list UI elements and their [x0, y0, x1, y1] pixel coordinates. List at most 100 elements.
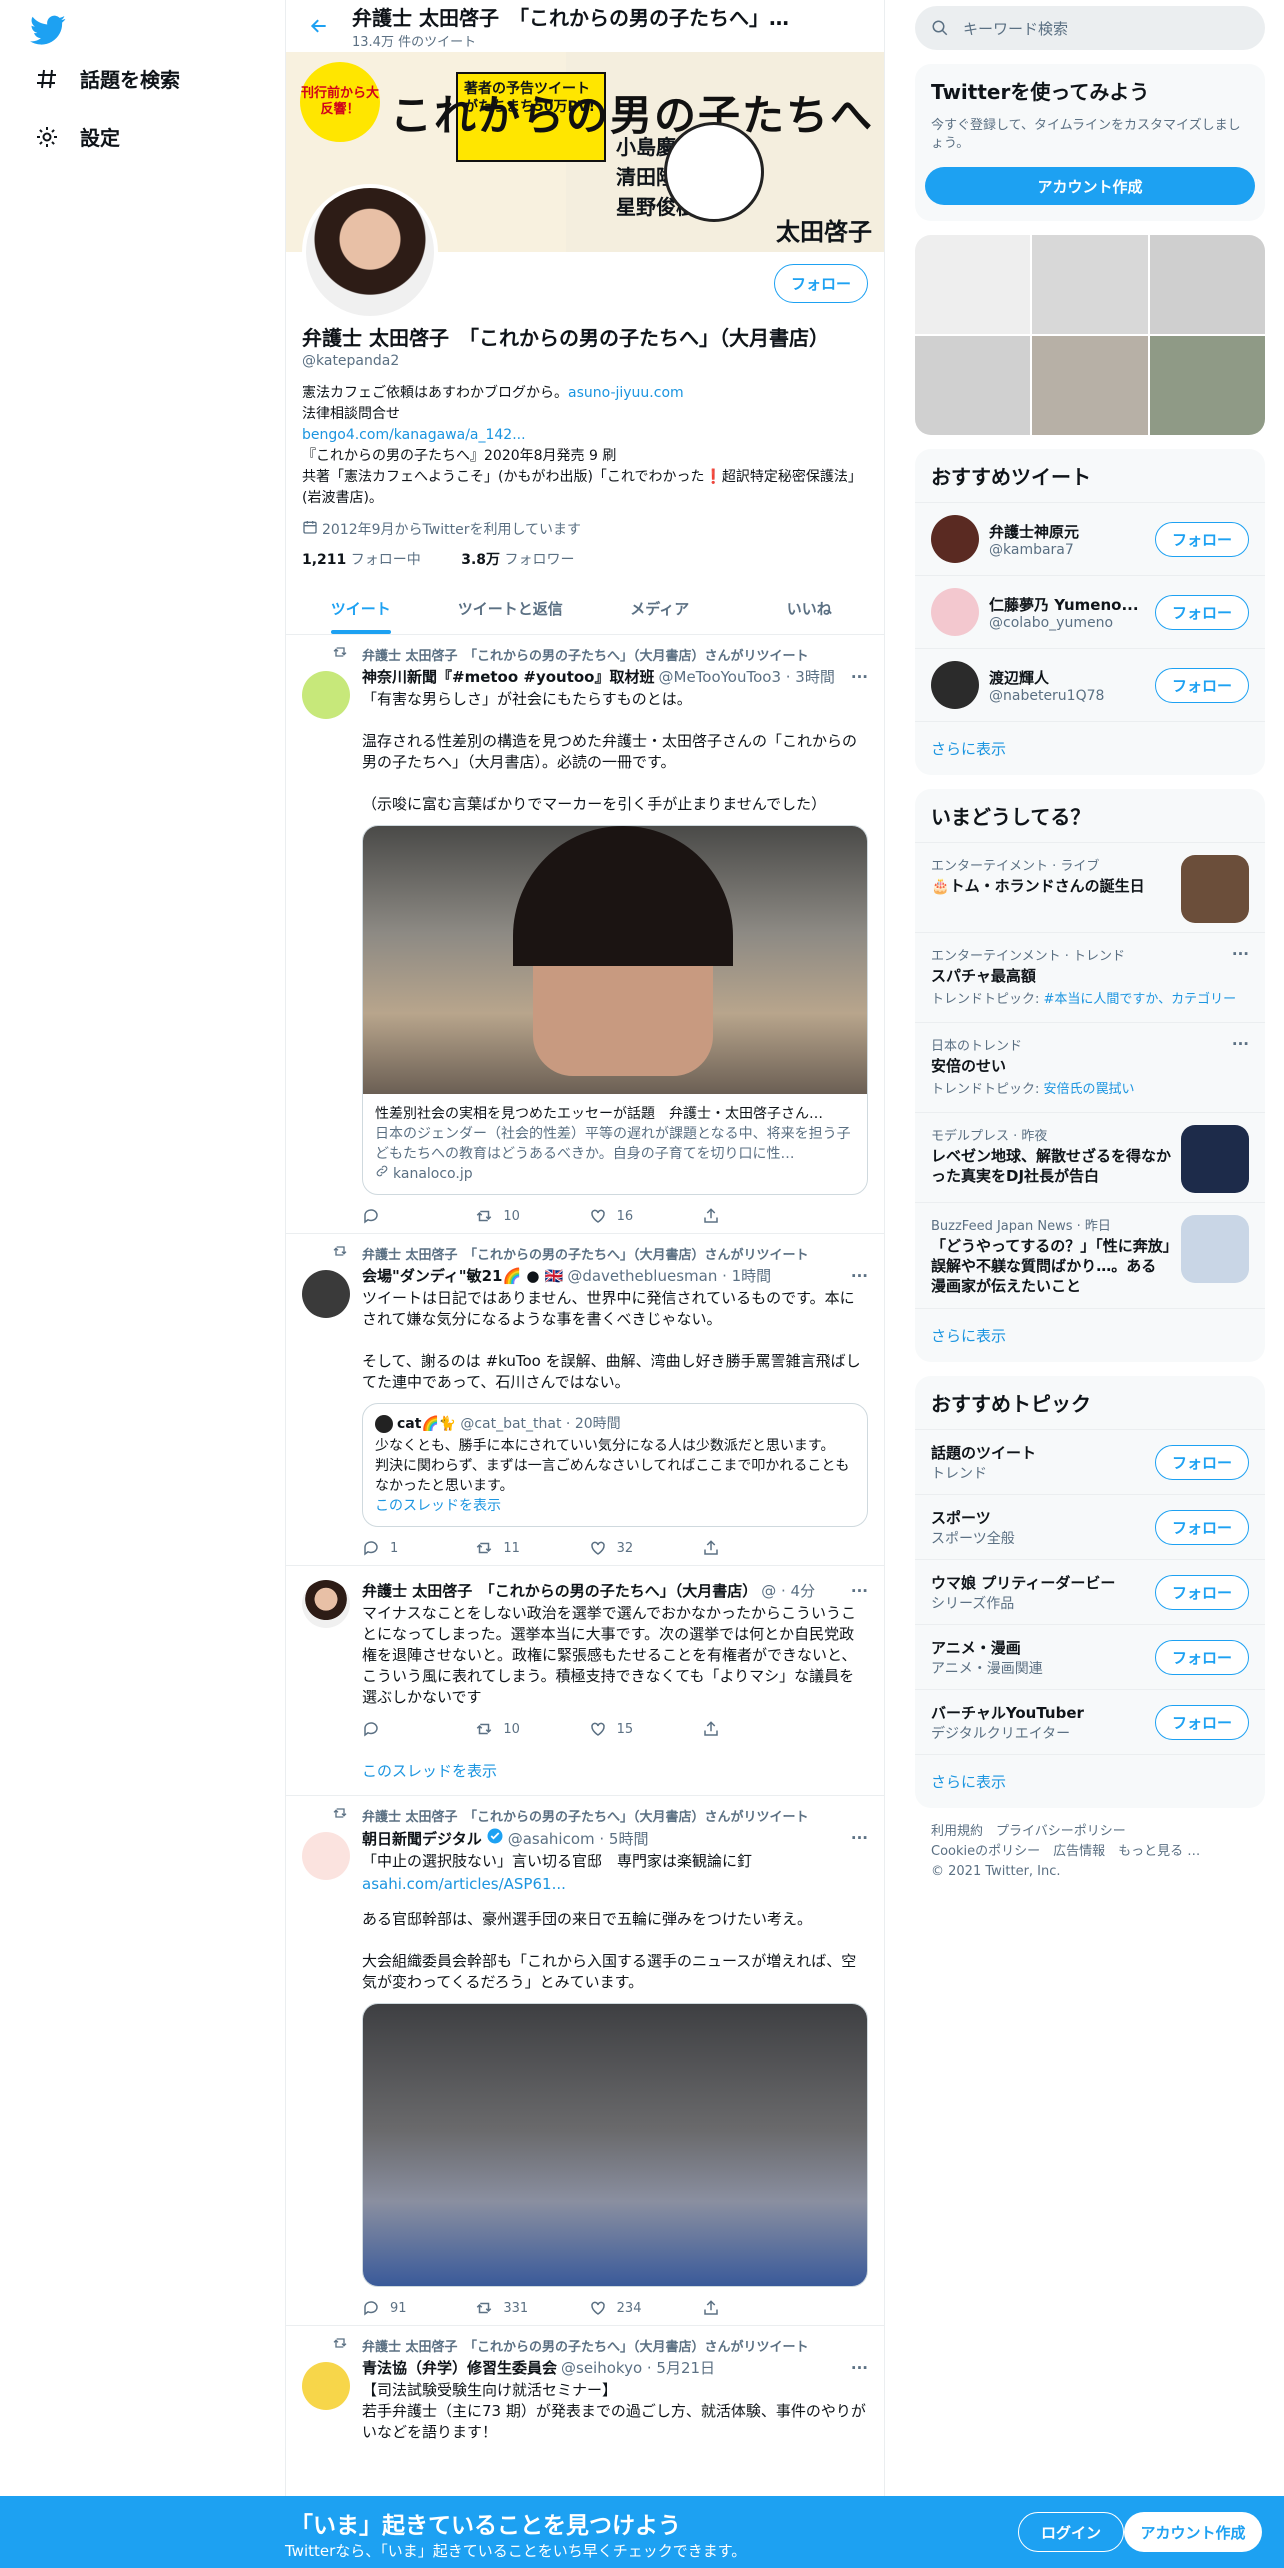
tab-media[interactable]: メディア — [585, 583, 735, 634]
tweet[interactable]: 弁護士 太田啓子 「これからの男の子たちへ」（大月書店）さんがリツイート 神奈川… — [286, 635, 884, 1234]
more-options-icon[interactable]: ··· — [851, 1267, 868, 1285]
trend-item[interactable]: BuzzFeed Japan News · 昨日 「どうやってするの？」「性に奔… — [915, 1202, 1265, 1308]
reply-button[interactable]: 91 — [362, 2299, 452, 2317]
tweet-handle[interactable]: @asahicom · 5時間 — [508, 1828, 649, 1849]
media-thumb[interactable] — [915, 336, 1031, 435]
tweet-avatar[interactable] — [302, 1270, 350, 1318]
tweet[interactable]: 弁護士 太田啓子 「これからの男の子たちへ」（大月書店）さんがリツイート 朝日新… — [286, 1796, 884, 2326]
reply-button[interactable] — [362, 1720, 452, 1738]
follow-button[interactable]: フォロー — [1154, 1574, 1249, 1610]
tweet-author[interactable]: 弁護士 太田啓子 「これからの男の子たちへ」（大月書店） — [362, 1580, 757, 1601]
bio-link[interactable]: asuno-jiyuu.com — [568, 385, 684, 401]
more-options-icon[interactable]: ··· — [851, 1582, 868, 1600]
trend-topic[interactable]: 安倍氏の罠拭い — [1044, 1082, 1135, 1097]
tweet-author[interactable]: 会場"ダンディ"敏21🌈 ● 🇬🇧 — [362, 1265, 563, 1286]
like-button[interactable]: 234 — [589, 2299, 679, 2317]
share-button[interactable] — [702, 1207, 792, 1225]
media-thumb[interactable] — [1149, 336, 1265, 435]
topic-item[interactable]: スポーツ スポーツ全般 フォロー — [915, 1494, 1265, 1559]
media-thumb[interactable] — [1149, 235, 1265, 334]
tab-likes[interactable]: いいね — [735, 583, 885, 634]
tweet-avatar[interactable] — [302, 1832, 350, 1880]
tab-tweets-replies[interactable]: ツイートと返信 — [436, 583, 586, 634]
back-arrow-icon[interactable] — [302, 9, 336, 43]
tweet-handle[interactable]: @seihokyo · 5月21日 — [561, 2357, 715, 2378]
follow-button[interactable]: フォロー — [1154, 1704, 1249, 1740]
following-stat[interactable]: 1,211 フォロー中 — [302, 552, 439, 568]
reply-button[interactable]: 1 — [362, 1539, 452, 1557]
topics-show-more[interactable]: さらに表示 — [915, 1754, 1265, 1808]
footer-line[interactable]: 利用規約 プライバシーポリシー — [931, 1822, 1249, 1842]
profile-avatar[interactable] — [302, 184, 438, 320]
tweet-avatar[interactable] — [302, 1580, 350, 1628]
like-button[interactable]: 15 — [589, 1720, 679, 1738]
tweet-avatar[interactable] — [302, 671, 350, 719]
bio-link[interactable]: bengo4.com/kanagawa/a_142... — [302, 427, 526, 443]
retweet-button[interactable]: 10 — [475, 1207, 565, 1225]
search-box[interactable]: キーワード検索 — [915, 6, 1265, 50]
who-to-follow-item[interactable]: 仁藤夢乃 Yumeno... @colabo_yumeno フォロー — [915, 575, 1265, 648]
follow-button[interactable]: フォロー — [1154, 521, 1249, 557]
share-button[interactable] — [702, 2299, 792, 2317]
signup-button[interactable]: アカウント作成 — [1124, 2512, 1262, 2552]
follow-button[interactable]: フォロー — [1154, 667, 1249, 703]
trend-topic[interactable]: #本当に人間ですか、カテゴリー — [1044, 992, 1237, 1007]
more-options-icon[interactable]: ··· — [851, 1829, 868, 1847]
tweet-handle[interactable]: @ · 4分 — [761, 1580, 815, 1601]
topic-item[interactable]: ウマ娘 プリティーダービー シリーズ作品 フォロー — [915, 1559, 1265, 1624]
login-button[interactable]: ログイン — [1018, 2512, 1124, 2552]
retweet-button[interactable]: 331 — [475, 2299, 565, 2317]
tweet-handle[interactable]: @davethebluesman · 1時間 — [567, 1265, 771, 1286]
follow-button[interactable]: フォロー — [1154, 1444, 1249, 1480]
share-button[interactable] — [702, 1539, 792, 1557]
topic-item[interactable]: バーチャルYouTuber デジタルクリエイター フォロー — [915, 1689, 1265, 1754]
topic-item[interactable]: アニメ・漫画 アニメ・漫画関連 フォロー — [915, 1624, 1265, 1689]
tweet-author[interactable]: 青法協（弁学）修習生委員会 — [362, 2357, 557, 2378]
tweet[interactable]: 弁護士 太田啓子 「これからの男の子たちへ」（大月書店）さんがリツイート 会場"… — [286, 1234, 884, 1566]
profile-follow-button[interactable]: フォロー — [773, 264, 868, 303]
nav-settings[interactable]: 設定 — [34, 122, 120, 151]
tweet-avatar[interactable] — [302, 2362, 350, 2410]
share-button[interactable] — [702, 1720, 792, 1738]
quote-show-thread[interactable]: このスレッドを表示 — [375, 1496, 855, 1516]
tweet[interactable]: 弁護士 太田啓子 「これからの男の子たちへ」（大月書店）さんがリツイート 青法協… — [286, 2326, 884, 2451]
media-thumb[interactable] — [1032, 235, 1148, 334]
followers-stat[interactable]: 3.8万 フォロワー — [461, 552, 592, 568]
more-options-icon[interactable]: ··· — [851, 668, 868, 686]
like-button[interactable]: 16 — [589, 1207, 679, 1225]
retweet-button[interactable]: 11 — [475, 1539, 565, 1557]
footer-line[interactable]: Cookieのポリシー 広告情報 もっと見る … — [931, 1842, 1249, 1862]
like-button[interactable]: 32 — [589, 1539, 679, 1557]
tab-tweets[interactable]: ツイート — [286, 583, 436, 634]
nav-explore[interactable]: 話題を検索 — [34, 64, 180, 93]
link-card[interactable]: 性差別社会の実相を見つめたエッセーが話題 弁護士・太田啓子さん… 日本のジェンダ… — [362, 825, 868, 1195]
media-thumb[interactable] — [915, 235, 1031, 334]
retweet-button[interactable]: 10 — [475, 1720, 565, 1738]
follow-button[interactable]: フォロー — [1154, 1509, 1249, 1545]
more-options-icon[interactable]: ··· — [851, 2359, 868, 2377]
create-account-button[interactable]: アカウント作成 — [925, 167, 1255, 205]
tweet-author[interactable]: 神奈川新聞『#metoo #youtoo』取材班 — [362, 666, 655, 687]
tweet-link[interactable]: asahi.com/articles/ASP61... — [362, 1874, 868, 1895]
trend-item[interactable]: 日本のトレンド 安倍のせい トレンドトピック: 安倍氏の罠拭い ··· — [915, 1022, 1265, 1112]
tweet-handle[interactable]: @MeTooYouToo3 · 3時間 — [659, 666, 835, 687]
who-to-follow-item[interactable]: 弁護士神原元 @kambara7 フォロー — [915, 502, 1265, 575]
media-thumb[interactable] — [1032, 336, 1148, 435]
trend-item[interactable]: エンターテインメント · トレンド スパチャ最高額 トレンドトピック: #本当に… — [915, 932, 1265, 1022]
follow-button[interactable]: フォロー — [1154, 594, 1249, 630]
who-to-follow-item[interactable]: 渡辺輝人 @nabeteru1Q78 フォロー — [915, 648, 1265, 721]
more-options-icon[interactable]: ··· — [1232, 1035, 1249, 1053]
quoted-tweet[interactable]: cat🌈🐈 @cat_bat_that · 20時間 少なくとも、勝手に本にされ… — [362, 1403, 868, 1527]
who-show-more[interactable]: さらに表示 — [915, 721, 1265, 775]
more-options-icon[interactable]: ··· — [1232, 945, 1249, 963]
show-thread-link[interactable]: このスレッドを表示 — [286, 1746, 884, 1796]
follow-button[interactable]: フォロー — [1154, 1639, 1249, 1675]
twitter-logo-icon[interactable] — [30, 12, 66, 48]
trend-item[interactable]: モデルプレス · 昨夜 レベゼン地球、解散せざるを得なかった真実をDJ社長が告白 — [915, 1112, 1265, 1202]
trends-show-more[interactable]: さらに表示 — [915, 1308, 1265, 1362]
topic-item[interactable]: 話題のツイート トレンド フォロー — [915, 1429, 1265, 1494]
tweet[interactable]: 弁護士 太田啓子 「これからの男の子たちへ」（大月書店） @ · 4分 ··· … — [286, 1566, 884, 1746]
tweet-author[interactable]: 朝日新聞デジタル — [362, 1828, 482, 1849]
tweet-photo[interactable] — [362, 2003, 868, 2287]
trend-item[interactable]: エンターテイメント · ライブ 🎂トム・ホランドさんの誕生日 — [915, 842, 1265, 932]
